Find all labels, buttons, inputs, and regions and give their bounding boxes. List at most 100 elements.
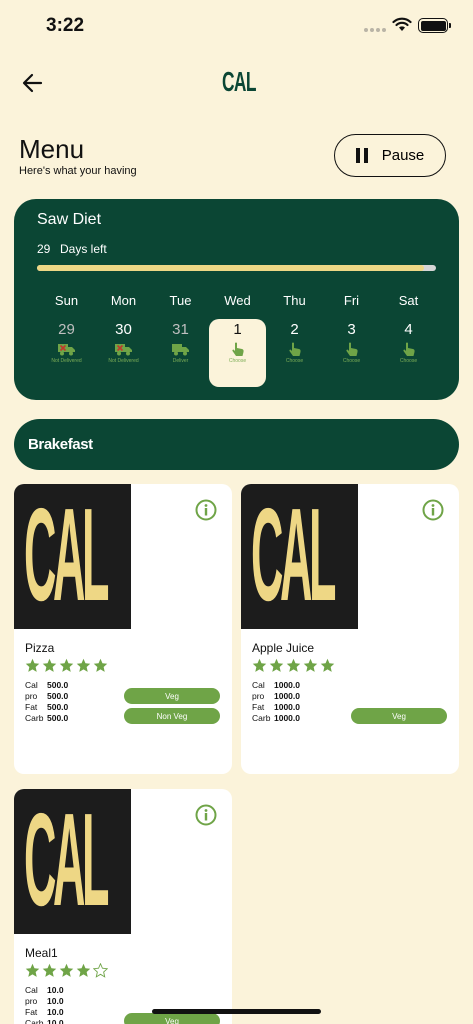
diet-tag[interactable]: Veg — [351, 708, 447, 724]
day-sun[interactable]: Sun 29 Not Delivered — [38, 293, 95, 388]
nutrition-value: 10.0 — [47, 1018, 64, 1024]
day-selector: Sun 29 Not Delivered Mon 30 Not Delivered Tue 3… — [38, 293, 437, 388]
day-mon[interactable]: Mon 30 Not Delivered — [95, 293, 152, 388]
day-status: Choose — [285, 358, 304, 364]
day-number: 2 — [290, 321, 299, 338]
nutrition-label: Cal — [252, 680, 265, 690]
info-icon[interactable] — [422, 499, 444, 521]
day-name: Sat — [398, 293, 419, 308]
rating-stars — [25, 658, 108, 673]
food-image: CAL — [14, 789, 131, 934]
nutrition-row: Cal 1000.0 — [252, 680, 324, 691]
food-card[interactable]: CAL Meal1 Cal 10.0 pro 10.0 Fat 10.0 Carb 10.0 Veg — [14, 789, 232, 1024]
day-wed[interactable]: 1 Choose — [209, 319, 266, 387]
nutrition-row: Carb 10.0 — [25, 1018, 97, 1024]
food-card[interactable]: CAL Pizza Cal 500.0 pro 500.0 Fat 500.0 Carb 500.… — [14, 484, 232, 774]
info-icon[interactable] — [195, 499, 217, 521]
food-image-logo: CAL — [251, 484, 336, 628]
status-bar: 3:22 — [0, 0, 473, 50]
day-name: Wed — [224, 293, 251, 308]
star-filled-icon — [286, 658, 301, 673]
nutrition-row: Fat 500.0 — [25, 702, 97, 713]
star-filled-icon — [269, 658, 284, 673]
nutrition-value: 500.0 — [47, 680, 69, 690]
day-fri[interactable]: Fri 3 Choose — [323, 293, 380, 388]
back-arrow-icon[interactable] — [20, 70, 46, 96]
nutrition-info: Cal 500.0 pro 500.0 Fat 500.0 Carb 500.0 — [25, 680, 97, 724]
day-status: Not Delivered — [51, 358, 82, 364]
nutrition-value: 10.0 — [47, 985, 64, 995]
day-thu[interactable]: Thu 2 Choose — [266, 293, 323, 388]
truck-icon — [171, 342, 190, 356]
day-status: Choose — [228, 358, 247, 364]
day-number: 31 — [172, 321, 189, 338]
info-icon[interactable] — [195, 804, 217, 826]
star-filled-icon — [42, 658, 57, 673]
day-sat[interactable]: Sat 4 Choose — [380, 293, 437, 388]
day-status: Choose — [342, 358, 361, 364]
nutrition-label: Cal — [25, 680, 38, 690]
hand-pointer-icon — [286, 342, 304, 356]
star-filled-icon — [59, 963, 74, 978]
nutrition-row: Cal 500.0 — [25, 680, 97, 691]
day-name: Tue — [169, 293, 192, 308]
diet-tag[interactable]: Veg — [124, 688, 220, 704]
nutrition-info: Cal 10.0 pro 10.0 Fat 10.0 Carb 10.0 — [25, 985, 97, 1024]
diet-tag[interactable]: Veg — [124, 1013, 220, 1024]
nutrition-row: Carb 500.0 — [25, 713, 97, 724]
day-name: Fri — [343, 293, 360, 308]
nutrition-value: 10.0 — [47, 1007, 64, 1017]
pause-button[interactable]: Pause — [334, 134, 446, 177]
page-title: Menu — [19, 134, 85, 164]
nutrition-row: Fat 1000.0 — [252, 702, 324, 713]
food-image: CAL — [14, 484, 131, 629]
nutrition-label: Cal — [25, 985, 38, 995]
star-filled-icon — [59, 658, 74, 673]
nutrition-row: Fat 10.0 — [25, 1007, 97, 1018]
star-filled-icon — [25, 658, 40, 673]
day-number: 1 — [233, 321, 242, 338]
nutrition-label: pro — [25, 996, 38, 1006]
star-filled-icon — [76, 963, 91, 978]
meal-section-header[interactable]: Brakefast — [14, 419, 459, 470]
diet-name: Saw Diet — [37, 211, 102, 228]
star-filled-icon — [42, 963, 57, 978]
day-name: Mon — [110, 293, 137, 308]
nutrition-value: 500.0 — [47, 702, 69, 712]
hand-pointer-icon — [400, 342, 418, 356]
nutrition-value: 1000.0 — [274, 713, 300, 723]
hand-pointer-icon — [343, 342, 361, 356]
nutrition-label: Fat — [25, 702, 38, 712]
nutrition-row: pro 10.0 — [25, 996, 97, 1007]
rating-stars — [252, 658, 335, 673]
food-card[interactable]: CAL Apple Juice Cal 1000.0 pro 1000.0 Fat 1000.… — [241, 484, 459, 774]
diet-tag[interactable]: Non Veg — [124, 708, 220, 724]
meal-section-title: Brakefast — [28, 436, 93, 453]
day-status: Choose — [399, 358, 418, 364]
diet-plan-card: Saw Diet 29 Days left Sun 29 Not Delivered… — [14, 199, 459, 400]
battery-icon — [418, 18, 451, 33]
nutrition-label: Carb — [25, 1018, 44, 1024]
nutrition-info: Cal 1000.0 pro 1000.0 Fat 1000.0 Carb 1000.0 — [252, 680, 324, 724]
hand-pointer-icon — [229, 342, 247, 356]
star-filled-icon — [252, 658, 267, 673]
diet-progress-bar — [37, 265, 436, 271]
food-image-logo: CAL — [24, 789, 109, 933]
nutrition-label: Fat — [252, 702, 265, 712]
day-number: 4 — [404, 321, 413, 338]
wifi-icon — [392, 17, 412, 31]
app-logo: CAL — [222, 66, 256, 97]
star-filled-icon — [303, 658, 318, 673]
food-name: Meal1 — [25, 946, 58, 960]
day-number: 30 — [115, 321, 132, 338]
day-name: Thu — [283, 293, 306, 308]
food-name: Apple Juice — [252, 641, 315, 655]
status-time: 3:22 — [46, 15, 85, 36]
pause-label: Pause — [381, 147, 425, 164]
nutrition-value: 1000.0 — [274, 680, 300, 690]
day-tue[interactable]: Tue 31 Deliver — [152, 293, 209, 388]
nutrition-value: 500.0 — [47, 691, 69, 701]
day-number: 29 — [58, 321, 75, 338]
truck-cancelled-icon — [114, 342, 133, 356]
nutrition-row: Carb 1000.0 — [252, 713, 324, 724]
